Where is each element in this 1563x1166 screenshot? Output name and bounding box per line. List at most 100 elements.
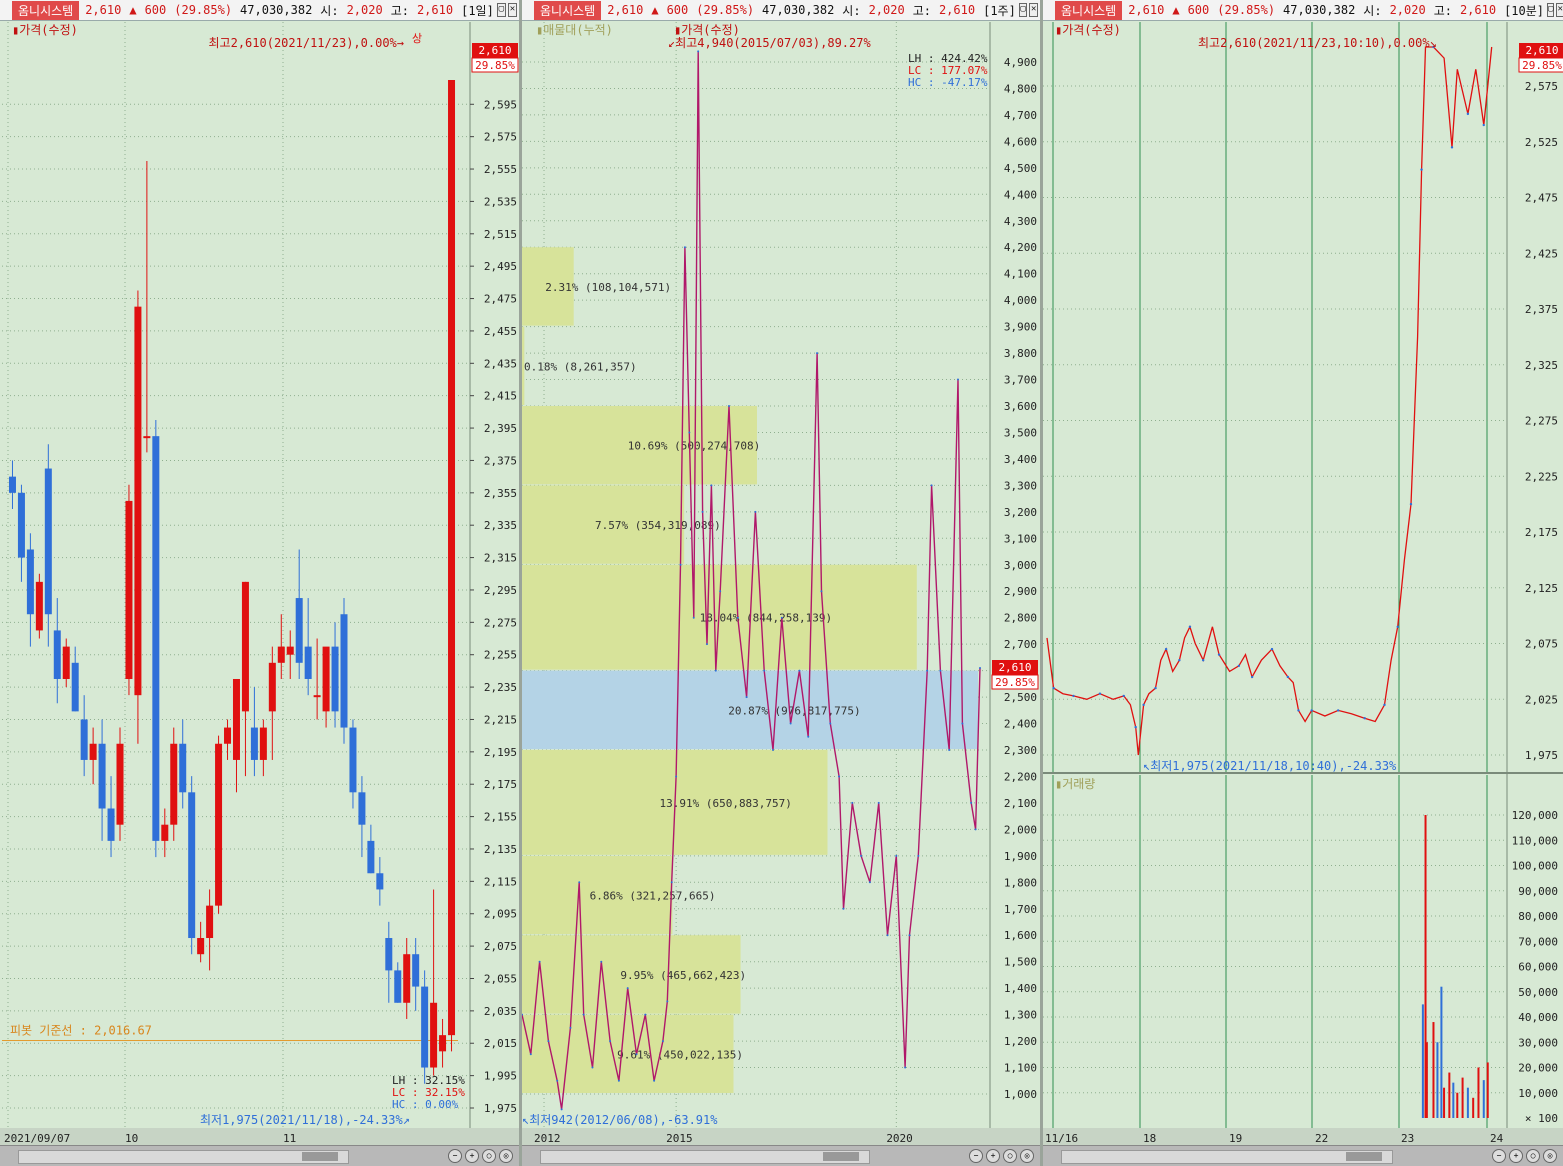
- scroll-thumb[interactable]: [1346, 1152, 1382, 1161]
- price-point: [1466, 112, 1470, 116]
- price-point: [1336, 709, 1340, 712]
- candle-body: [349, 727, 357, 793]
- price-point: [1363, 717, 1366, 720]
- scroll-bar[interactable]: − + ○ ◎: [522, 1145, 1040, 1166]
- candle-body: [116, 743, 124, 825]
- candle-body: [215, 743, 223, 906]
- price-point: [1383, 703, 1386, 707]
- y-tick-label: 1,900: [1004, 850, 1037, 863]
- scroll-thumb[interactable]: [302, 1152, 338, 1161]
- x-tick-label: 2021/09/07: [4, 1132, 70, 1145]
- y-tick-label: 2,800: [1004, 612, 1037, 625]
- y-tick-label: 2,195: [484, 746, 517, 759]
- volume-bar: [1440, 986, 1443, 1118]
- candle-body: [80, 719, 88, 760]
- y-tick-label: 3,700: [1004, 374, 1037, 387]
- price-point: [705, 643, 708, 646]
- scroll-bar[interactable]: − + ○ ◎: [1043, 1145, 1563, 1166]
- x-tick-label: 2020: [886, 1132, 913, 1145]
- candle-body: [403, 954, 411, 1003]
- weekly-line-chart[interactable]: 1,000 1,100 1,200 1,300 1,400 1,500 1,600 1,700…: [522, 0, 1040, 1166]
- candle-body: [331, 646, 339, 712]
- zoom-out-icon[interactable]: −: [448, 1149, 462, 1163]
- price-point: [860, 854, 863, 857]
- zoom-reset-icon[interactable]: ○: [1526, 1149, 1540, 1163]
- scroll-bar[interactable]: − + ○ ◎: [0, 1145, 519, 1166]
- y-tick-label: 1,100: [1004, 1062, 1037, 1075]
- price-point: [789, 722, 792, 725]
- weekly-chart-panel[interactable]: 옴니시스템 2,610 ▲ 600 (29.85%) 47,030,382 시:…: [522, 0, 1040, 1166]
- y-tick-label: 4,300: [1004, 215, 1037, 228]
- candle-body: [430, 1002, 438, 1068]
- price-point: [560, 1108, 563, 1111]
- y-tick-label: 2,295: [484, 584, 517, 597]
- volume-bar: [1461, 1077, 1464, 1118]
- candle-body: [232, 678, 240, 760]
- y-tick-label: 2,275: [484, 616, 517, 629]
- volume-bar: [1425, 1042, 1428, 1118]
- scroll-thumb[interactable]: [823, 1152, 859, 1161]
- low-annotation: ↖최저1,975(2021/11/18,10:40),-24.33%: [1143, 759, 1397, 773]
- y-tick-label: 2,525: [1525, 136, 1558, 149]
- y-tick-label: 3,500: [1004, 426, 1037, 439]
- candle-body: [152, 436, 160, 841]
- y-tick-label: 50,000: [1518, 986, 1558, 999]
- tenmin-chart-panel[interactable]: 옴니시스템 2,610 ▲ 600 (29.85%) 47,030,382 시:…: [1043, 0, 1563, 1166]
- price-point: [895, 854, 898, 857]
- zoom-reset-icon[interactable]: ○: [482, 1149, 496, 1163]
- candle-body: [179, 743, 187, 793]
- y-tick-label: 2,200: [1004, 770, 1037, 783]
- y-tick-label: 3,900: [1004, 321, 1037, 334]
- price-point: [979, 666, 981, 669]
- price-point: [1450, 146, 1454, 149]
- zoom-reset-icon[interactable]: ○: [1003, 1149, 1017, 1163]
- y-tick-label: 1,000: [1004, 1088, 1037, 1101]
- zoom-in-icon[interactable]: +: [986, 1149, 1000, 1163]
- price-point: [754, 510, 757, 513]
- zoom-out-icon[interactable]: −: [969, 1149, 983, 1163]
- y-tick-label: 2,095: [484, 908, 517, 921]
- price-point: [886, 934, 889, 937]
- y-tick-label: 1,800: [1004, 876, 1037, 889]
- zoom-out-icon[interactable]: −: [1492, 1149, 1506, 1163]
- y-tick-label: 3,600: [1004, 400, 1037, 413]
- candle-body: [170, 743, 178, 825]
- volume-profile-label: 10.69% (500,274,708): [628, 440, 760, 453]
- candle-body: [313, 695, 321, 698]
- price-point: [772, 749, 775, 751]
- scroll-track[interactable]: [1061, 1150, 1393, 1164]
- last-price-label: 2,610: [998, 661, 1031, 674]
- price-point: [653, 1079, 656, 1082]
- volume-bar: [1421, 1004, 1424, 1118]
- price-point: [1178, 659, 1181, 662]
- y-tick-label: 2,055: [484, 972, 517, 985]
- y-tick-label: 2,155: [484, 811, 517, 824]
- price-point: [926, 669, 929, 672]
- y-tick-label: 2,215: [484, 713, 517, 726]
- price-point: [1142, 703, 1145, 707]
- zoom-all-icon[interactable]: ◎: [1543, 1149, 1557, 1163]
- scroll-track[interactable]: [540, 1150, 870, 1164]
- tenmin-price-and-volume-chart[interactable]: 1,975 2,025 2,075 2,125 2,175 2,225 2,275 2,325…: [1043, 0, 1563, 1166]
- daily-chart-panel[interactable]: 옴니시스템 2,610 ▲ 600 (29.85%) 47,030,382 시:…: [0, 0, 519, 1166]
- price-point: [1188, 625, 1192, 628]
- volume-bar: [1436, 1042, 1439, 1118]
- price-point: [529, 1053, 532, 1056]
- y-tick-label: 2,325: [1525, 359, 1558, 372]
- y-tick-label: 4,100: [1004, 268, 1037, 281]
- scroll-track[interactable]: [18, 1150, 349, 1164]
- candle-body: [412, 954, 420, 987]
- price-point: [930, 484, 933, 487]
- price-point: [626, 987, 629, 990]
- daily-candle-chart[interactable]: 2021/09/07 10 11 1,975 1,995 2,015 2,035 2,055 2…: [0, 0, 519, 1166]
- y-tick-label: 2,595: [484, 98, 517, 111]
- zoom-all-icon[interactable]: ◎: [499, 1149, 513, 1163]
- y-tick-label: 2,015: [484, 1037, 517, 1050]
- zoom-in-icon[interactable]: +: [465, 1149, 479, 1163]
- y-axis-area: [470, 22, 519, 1128]
- price-point: [838, 775, 841, 778]
- zoom-all-icon[interactable]: ◎: [1020, 1149, 1034, 1163]
- y-tick-label: 2,175: [1525, 526, 1558, 539]
- high-annotation: ↙최고4,940(2015/07/03),89.27%: [668, 36, 871, 50]
- zoom-in-icon[interactable]: +: [1509, 1149, 1523, 1163]
